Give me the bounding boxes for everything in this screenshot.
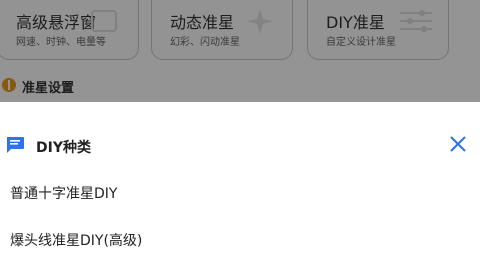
option-headshot-line-diy[interactable]: 爆头线准星DIY(高级) bbox=[10, 230, 142, 250]
close-icon[interactable] bbox=[446, 132, 470, 156]
sheet-header: DIY种类 bbox=[0, 132, 480, 160]
chat-bubble-icon bbox=[7, 137, 24, 153]
sheet-title: DIY种类 bbox=[36, 140, 91, 156]
option-normal-cross-diy[interactable]: 普通十字准星DIY bbox=[10, 183, 117, 203]
modal-scrim[interactable] bbox=[0, 0, 480, 102]
bottom-sheet: DIY种类 普通十字准星DIY 爆头线准星DIY(高级) bbox=[0, 102, 480, 274]
